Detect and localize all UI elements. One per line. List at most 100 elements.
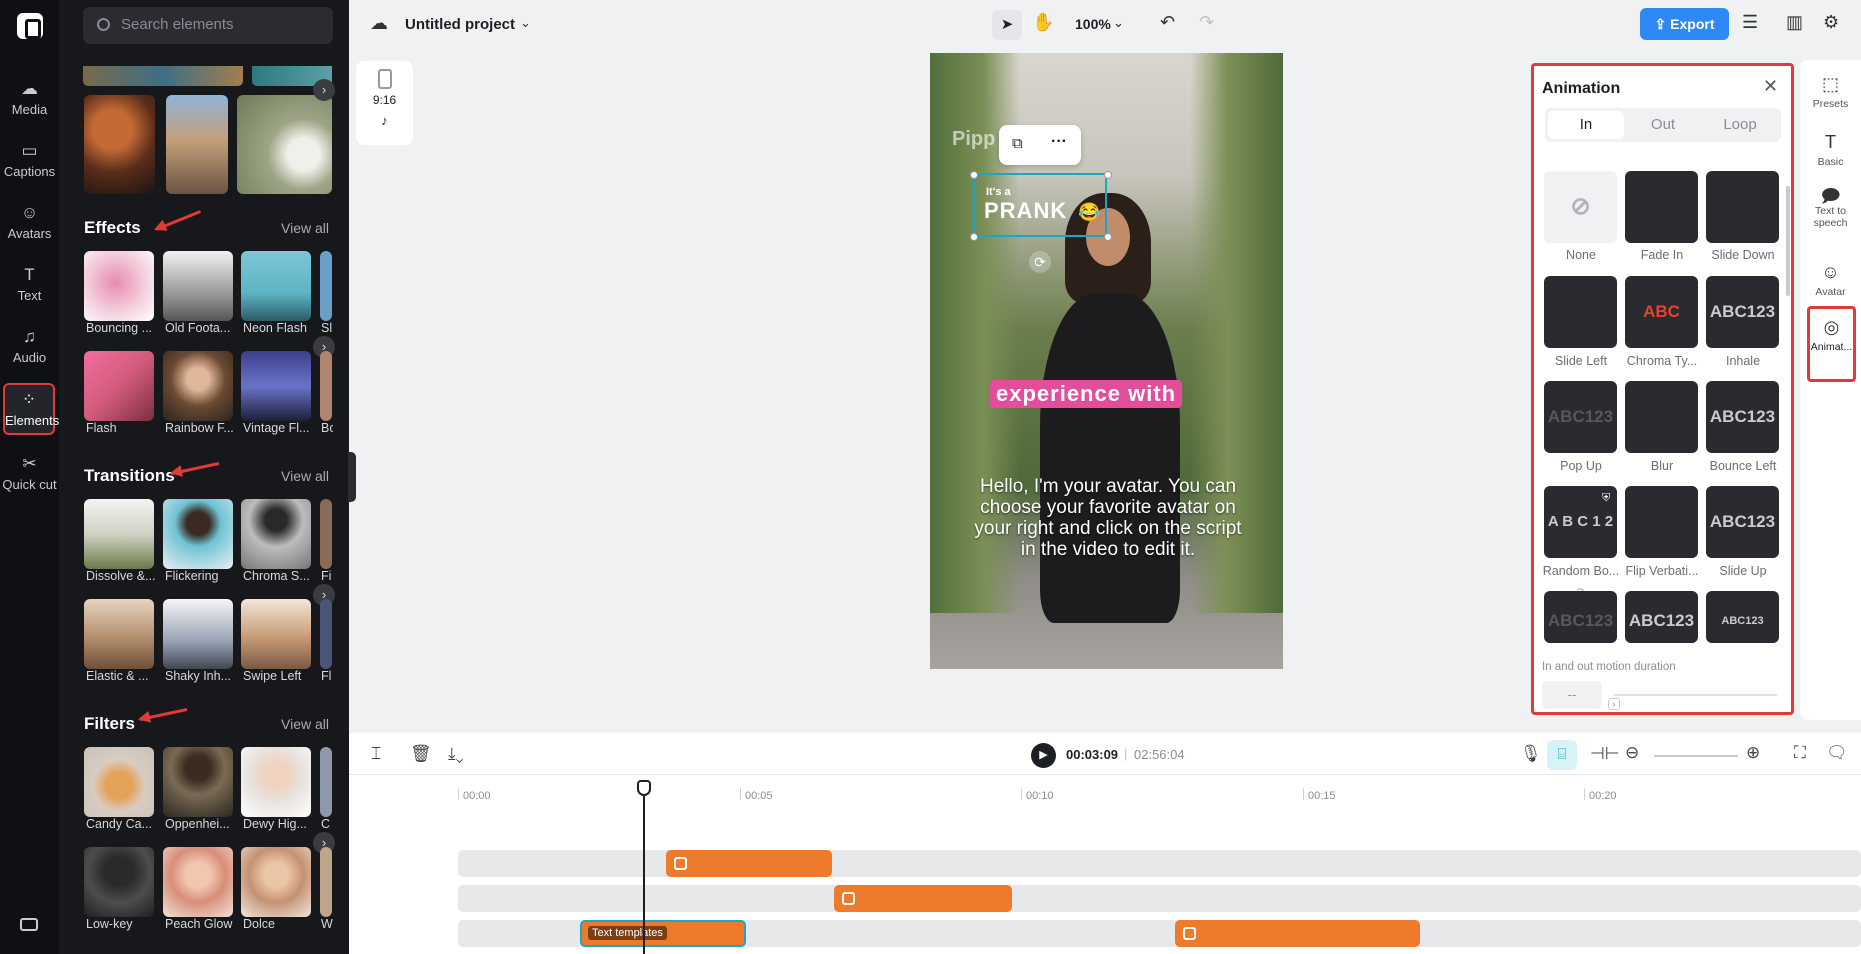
transition-thumb[interactable] bbox=[84, 599, 154, 669]
tab-loop[interactable]: Loop bbox=[1702, 111, 1778, 139]
media-thumb[interactable] bbox=[237, 95, 332, 194]
transition-thumb[interactable] bbox=[163, 599, 233, 669]
keyboard-icon[interactable] bbox=[20, 918, 38, 931]
close-icon[interactable]: ✕ bbox=[1763, 76, 1778, 97]
resize-handle[interactable] bbox=[970, 171, 978, 179]
text-clip[interactable] bbox=[1175, 920, 1420, 947]
duration-input[interactable]: -- bbox=[1542, 681, 1602, 709]
search-input[interactable]: Search elements bbox=[83, 7, 333, 44]
chevron-down-icon[interactable]: ⌄ bbox=[1113, 15, 1124, 31]
filter-thumb[interactable] bbox=[84, 847, 154, 917]
tool-animation[interactable]: ◎ Animat... bbox=[1807, 306, 1856, 382]
effect-thumb[interactable] bbox=[241, 251, 311, 321]
animation-fade-in[interactable] bbox=[1625, 171, 1698, 243]
transition-thumb[interactable] bbox=[241, 499, 311, 569]
comment-icon[interactable]: 🗨 bbox=[1826, 743, 1848, 763]
more-icon[interactable]: ··· bbox=[1051, 133, 1067, 151]
undo-icon[interactable]: ↶ bbox=[1160, 12, 1175, 33]
rail-item-text[interactable]: T Text bbox=[0, 266, 59, 304]
view-all-transitions[interactable]: View all bbox=[281, 468, 329, 484]
project-title[interactable]: Untitled project bbox=[405, 16, 515, 33]
scrollbar[interactable] bbox=[1786, 186, 1790, 296]
effect-thumb[interactable] bbox=[320, 351, 332, 421]
resize-handle[interactable] bbox=[1104, 171, 1112, 179]
transition-thumb[interactable] bbox=[163, 499, 233, 569]
rail-item-media[interactable]: ☁ Media bbox=[0, 80, 59, 118]
zoom-level[interactable]: 100% bbox=[1075, 16, 1111, 32]
tool-avatar[interactable]: ☺ Avatar bbox=[1800, 262, 1861, 298]
delete-icon[interactable]: 🗑 bbox=[410, 744, 432, 764]
video-canvas[interactable]: Pipp It's a PRANK 😂 ⟳ experience with He… bbox=[930, 53, 1283, 669]
duration-slider[interactable] bbox=[1614, 694, 1777, 696]
filter-thumb[interactable] bbox=[241, 747, 311, 817]
timeline-zoom-slider[interactable] bbox=[1654, 755, 1738, 757]
playhead-handle[interactable] bbox=[637, 780, 651, 796]
rail-item-avatars[interactable]: ☺ Avatars bbox=[0, 204, 59, 242]
zoom-out-icon[interactable]: ⊖ bbox=[1625, 743, 1639, 763]
chevron-right-icon[interactable]: › bbox=[313, 79, 335, 101]
split-view-icon[interactable]: ⊣⊢ bbox=[1590, 744, 1620, 764]
animation-item[interactable]: ABC123 bbox=[1625, 591, 1698, 643]
playhead[interactable] bbox=[643, 788, 645, 954]
microphone-icon[interactable]: 🎙 bbox=[1520, 744, 1542, 764]
filter-thumb[interactable] bbox=[320, 847, 332, 917]
tool-basic[interactable]: T Basic bbox=[1800, 132, 1861, 168]
animation-item[interactable]: ABC123 bbox=[1706, 591, 1779, 643]
chevron-down-icon[interactable]: ⌄ bbox=[520, 15, 531, 31]
effect-thumb[interactable] bbox=[84, 351, 154, 421]
animation-none[interactable]: ⊘ bbox=[1544, 171, 1617, 243]
fullscreen-icon[interactable]: ⛶ bbox=[1794, 743, 1806, 763]
hand-tool-icon[interactable]: ✋ bbox=[1032, 12, 1054, 33]
rail-item-quick-cut[interactable]: ✂ Quick cut bbox=[0, 455, 59, 493]
layers-icon[interactable]: ☰ bbox=[1742, 12, 1758, 33]
effect-thumb[interactable] bbox=[84, 251, 154, 321]
text-clip[interactable] bbox=[834, 885, 1012, 912]
split-icon[interactable]: ⌶ bbox=[371, 744, 381, 764]
view-all-filters[interactable]: View all bbox=[281, 716, 329, 732]
animation-inhale[interactable]: ABC123 bbox=[1706, 276, 1779, 348]
filter-thumb[interactable] bbox=[84, 747, 154, 817]
filter-thumb[interactable] bbox=[163, 747, 233, 817]
filter-thumb[interactable] bbox=[241, 847, 311, 917]
animation-bounce-left[interactable]: ABC123 bbox=[1706, 381, 1779, 453]
text-templates-clip[interactable]: Text templates bbox=[580, 920, 746, 947]
media-thumb[interactable] bbox=[84, 95, 155, 194]
animation-item[interactable]: ABC123 bbox=[1544, 591, 1617, 643]
duplicate-icon[interactable]: ⧉ bbox=[1012, 135, 1023, 152]
play-button[interactable]: ▶ bbox=[1031, 743, 1056, 768]
rotate-icon[interactable]: ⟳ bbox=[1029, 251, 1051, 273]
slider-handle[interactable]: › bbox=[1608, 698, 1620, 710]
transition-thumb[interactable] bbox=[241, 599, 311, 669]
app-logo[interactable] bbox=[17, 13, 43, 39]
view-all-effects[interactable]: View all bbox=[281, 220, 329, 236]
tab-out[interactable]: Out bbox=[1625, 111, 1701, 139]
tool-presets[interactable]: ⬚ Presets bbox=[1800, 74, 1861, 110]
animation-slide-down[interactable] bbox=[1706, 171, 1779, 243]
transition-thumb[interactable] bbox=[84, 499, 154, 569]
animation-blur[interactable] bbox=[1625, 381, 1698, 453]
resize-handle[interactable] bbox=[970, 233, 978, 241]
transition-thumb[interactable] bbox=[320, 599, 332, 669]
rail-item-audio[interactable]: ♫ Audio bbox=[0, 328, 59, 366]
animation-flip-verbatim[interactable] bbox=[1625, 486, 1698, 558]
media-thumb-strip[interactable] bbox=[83, 66, 243, 86]
select-tool-icon[interactable]: ➤ bbox=[992, 10, 1022, 40]
transition-thumb[interactable] bbox=[320, 499, 332, 569]
effect-thumb[interactable] bbox=[163, 251, 233, 321]
panel-collapse-handle[interactable] bbox=[348, 452, 356, 502]
text-clip[interactable] bbox=[666, 850, 832, 877]
tab-in[interactable]: In bbox=[1548, 111, 1624, 139]
filter-thumb[interactable] bbox=[163, 847, 233, 917]
redo-icon[interactable]: ↷ bbox=[1199, 12, 1214, 33]
layout-icon[interactable]: ▥ bbox=[1786, 12, 1803, 33]
animation-pop-up[interactable]: ABC123 bbox=[1544, 381, 1617, 453]
animation-slide-up[interactable]: ABC123 bbox=[1706, 486, 1779, 558]
zoom-in-icon[interactable]: ⊕ bbox=[1746, 743, 1760, 763]
filter-thumb[interactable] bbox=[320, 747, 332, 817]
avatar-script-text[interactable]: Hello, I'm your avatar. You can choose y… bbox=[968, 476, 1248, 560]
timeline-track[interactable] bbox=[458, 885, 1861, 912]
effect-thumb[interactable] bbox=[241, 351, 311, 421]
auto-snap-icon[interactable]: ⌸ bbox=[1547, 740, 1577, 770]
rail-item-elements[interactable]: ⁘ Elements bbox=[3, 383, 59, 435]
effect-thumb[interactable] bbox=[163, 351, 233, 421]
